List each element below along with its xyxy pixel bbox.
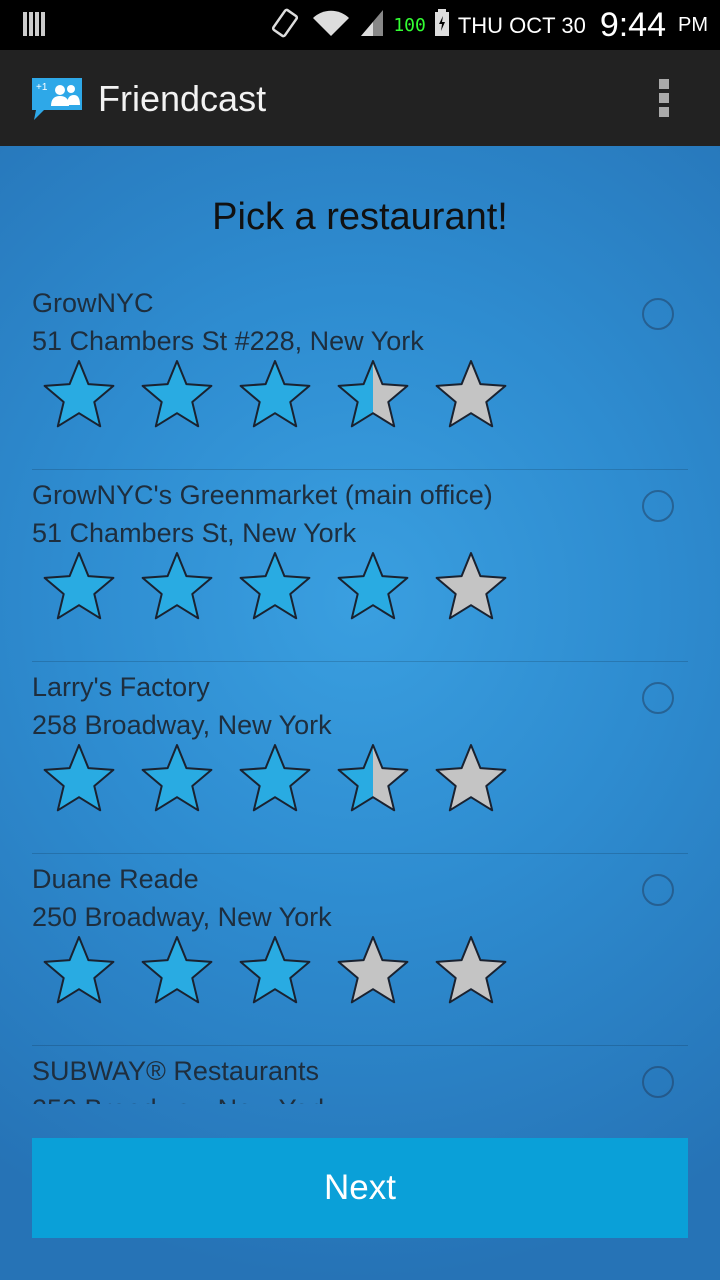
star-filled-icon <box>43 552 115 620</box>
friendcast-logo-icon[interactable]: +1 <box>30 76 84 127</box>
overflow-menu-icon[interactable] <box>658 78 670 123</box>
star-half-icon <box>337 360 409 428</box>
restaurant-address: 250 Broadway, New York <box>32 1094 332 1104</box>
logo-badge: +1 <box>36 82 48 93</box>
restaurant-address: 51 Chambers St #228, New York <box>32 326 424 356</box>
status-ampm: PM <box>678 14 708 36</box>
restaurant-address: 258 Broadway, New York <box>32 710 332 740</box>
content-area: Pick a restaurant! GrowNYC 51 Chambers St… <box>0 146 720 1280</box>
status-date: THU OCT 30 <box>457 12 586 38</box>
list-item[interactable]: GrowNYC 51 Chambers St #228, New York <box>32 278 688 470</box>
star-empty-icon <box>337 936 409 1004</box>
battery-icon <box>434 9 450 42</box>
select-radio[interactable] <box>642 1066 674 1098</box>
select-radio[interactable] <box>642 874 674 906</box>
rating-stars <box>40 358 510 430</box>
star-filled-icon <box>43 360 115 428</box>
restaurant-name: Duane Reade <box>32 864 199 894</box>
list-item[interactable]: SUBWAY® Restaurants 250 Broadway, New Yor… <box>32 1046 688 1104</box>
star-empty-icon <box>435 936 507 1004</box>
star-half-icon <box>337 744 409 812</box>
select-radio[interactable] <box>642 490 674 522</box>
restaurant-address: 250 Broadway, New York <box>32 902 332 932</box>
star-filled-icon <box>141 936 213 1004</box>
battery-percent: 100 <box>393 15 426 36</box>
signal-icon <box>359 8 385 43</box>
app-title: Friendcast <box>98 78 267 119</box>
list-item[interactable]: Larry's Factory 258 Broadway, New York <box>32 662 688 854</box>
select-radio[interactable] <box>642 682 674 714</box>
rating-stars <box>40 742 510 814</box>
star-filled-icon <box>141 360 213 428</box>
restaurant-address: 51 Chambers St, New York <box>32 518 357 548</box>
restaurant-name: SUBWAY® Restaurants <box>32 1056 319 1086</box>
star-filled-icon <box>337 552 409 620</box>
notification-icon <box>22 10 48 43</box>
action-bar: +1 Friendcast <box>0 50 720 146</box>
restaurant-name: GrowNYC <box>32 288 154 318</box>
star-filled-icon <box>43 744 115 812</box>
page-title: Pick a restaurant! <box>212 196 508 238</box>
list-item[interactable]: Duane Reade 250 Broadway, New York <box>32 854 688 1046</box>
restaurant-list[interactable]: GrowNYC 51 Chambers St #228, New York Grow… <box>32 278 688 1104</box>
star-empty-icon <box>435 360 507 428</box>
restaurant-name: Larry's Factory <box>32 672 210 702</box>
status-time: 9:44 <box>599 6 666 44</box>
star-empty-icon <box>435 744 507 812</box>
rating-stars <box>40 550 510 622</box>
star-filled-icon <box>141 552 213 620</box>
star-filled-icon <box>239 552 311 620</box>
rating-stars <box>40 934 510 1006</box>
next-button[interactable]: Next <box>32 1138 688 1238</box>
wifi-icon <box>311 8 351 43</box>
star-filled-icon <box>43 936 115 1004</box>
status-bar: 100 THU OCT 30 9:44 PM <box>0 0 720 50</box>
vibrate-icon <box>269 6 303 45</box>
list-item[interactable]: GrowNYC's Greenmarket (main office) 51 Ch… <box>32 470 688 662</box>
star-filled-icon <box>239 744 311 812</box>
star-filled-icon <box>239 360 311 428</box>
star-filled-icon <box>239 936 311 1004</box>
star-empty-icon <box>435 552 507 620</box>
select-radio[interactable] <box>642 298 674 330</box>
star-filled-icon <box>141 744 213 812</box>
restaurant-name: GrowNYC's Greenmarket (main office) <box>32 480 493 510</box>
